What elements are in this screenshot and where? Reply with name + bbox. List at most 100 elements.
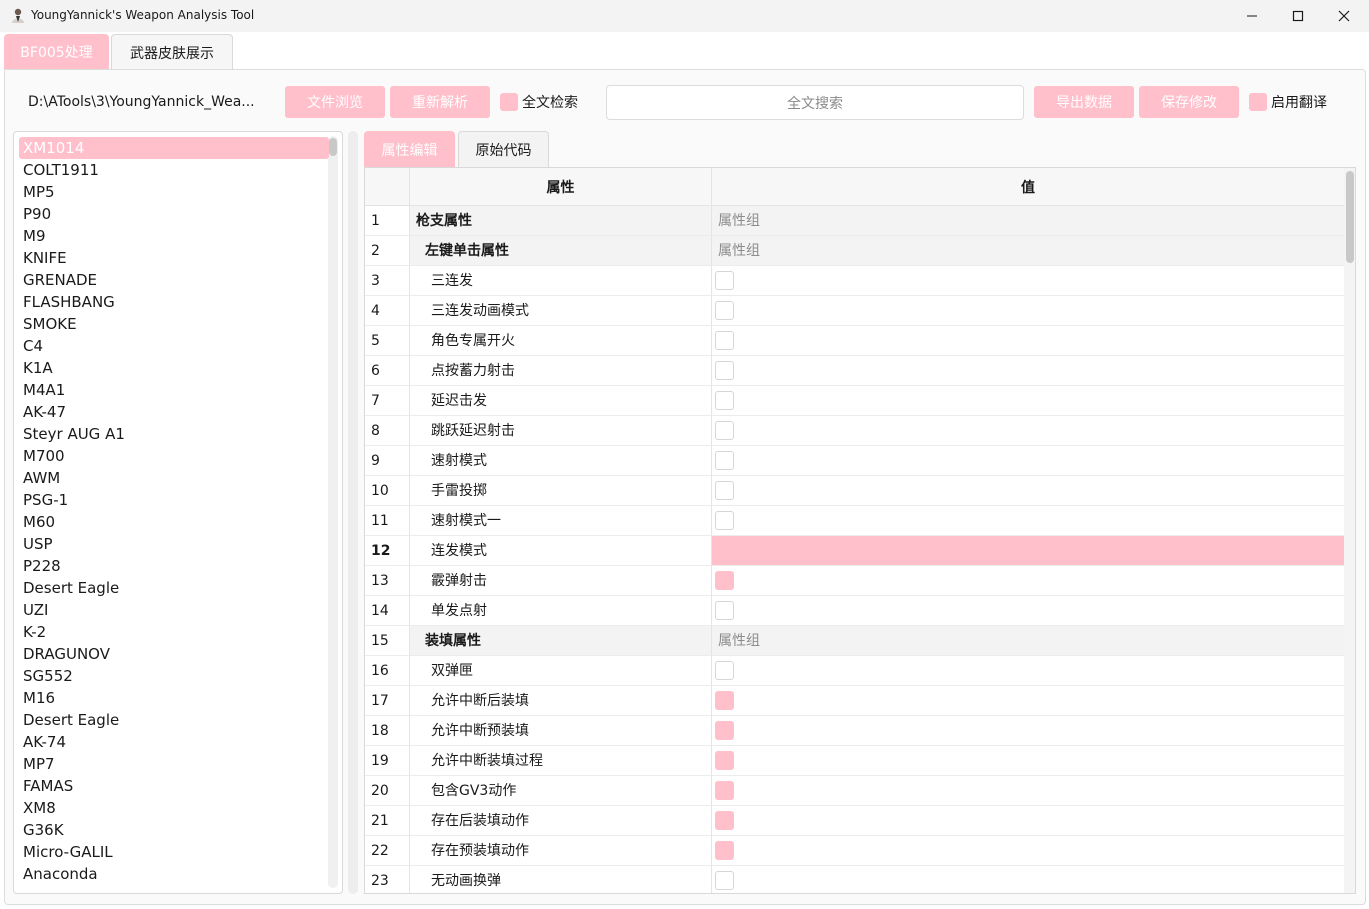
property-checkbox[interactable]	[715, 361, 734, 380]
weapon-list-item[interactable]: M16	[19, 687, 329, 709]
table-row[interactable]: 6 点按蓄力射击	[365, 356, 1344, 386]
property-checkbox[interactable]	[715, 421, 734, 440]
property-value[interactable]	[712, 776, 1344, 806]
browse-button[interactable]: 文件浏览	[285, 86, 385, 118]
property-value[interactable]	[712, 746, 1344, 776]
weapon-list-item[interactable]: M4A1	[19, 379, 329, 401]
table-row[interactable]: 22 存在预装填动作	[365, 836, 1344, 866]
weapon-list-item[interactable]: M700	[19, 445, 329, 467]
property-value[interactable]	[712, 566, 1344, 596]
property-checkbox[interactable]	[715, 271, 734, 290]
weapon-list-item[interactable]: P90	[19, 203, 329, 225]
weapon-list-item[interactable]: M9	[19, 225, 329, 247]
translate-checkbox[interactable]: 启用翻译	[1249, 92, 1327, 112]
weapon-list-item[interactable]: K1A	[19, 357, 329, 379]
weapon-list-item[interactable]: MP7	[19, 753, 329, 775]
weapon-list-item[interactable]: COLT1911	[19, 159, 329, 181]
weapon-list-item[interactable]: PSG-1	[19, 489, 329, 511]
weapon-list-item[interactable]: C4	[19, 335, 329, 357]
property-checkbox[interactable]	[715, 691, 734, 710]
table-row[interactable]: 7 延迟击发	[365, 386, 1344, 416]
property-checkbox[interactable]	[715, 661, 734, 680]
column-header-attribute[interactable]: 属性	[410, 168, 712, 206]
weapon-list-item[interactable]: SMOKE	[19, 313, 329, 335]
panel-splitter[interactable]	[348, 131, 358, 894]
table-row[interactable]: 11 速射模式一	[365, 506, 1344, 536]
weapon-list-item[interactable]: P228	[19, 555, 329, 577]
reparse-button[interactable]: 重新解析	[390, 86, 490, 118]
table-row[interactable]: 3 三连发	[365, 266, 1344, 296]
table-row[interactable]: 21 存在后装填动作	[365, 806, 1344, 836]
weapon-list-item[interactable]: Anaconda	[19, 863, 329, 885]
weapon-list-scrollbar[interactable]	[328, 136, 338, 888]
property-value[interactable]	[712, 476, 1344, 506]
tab-bf005[interactable]: BF005处理	[4, 34, 109, 70]
table-row[interactable]: 8 跳跃延迟射击	[365, 416, 1344, 446]
weapon-list-item[interactable]: Steyr AUG A1	[19, 423, 329, 445]
property-value[interactable]	[712, 506, 1344, 536]
fulltext-checkbox[interactable]: 全文检索	[500, 92, 578, 112]
weapon-list-item[interactable]: DRAGUNOV	[19, 643, 329, 665]
property-checkbox[interactable]	[715, 571, 734, 590]
tab-attribute-edit[interactable]: 属性编辑	[364, 131, 455, 168]
property-value[interactable]	[712, 716, 1344, 746]
maximize-button[interactable]	[1275, 0, 1321, 32]
tab-weapon-skin[interactable]: 武器皮肤展示	[111, 34, 233, 70]
property-checkbox[interactable]	[715, 301, 734, 320]
weapon-list-item[interactable]: SG552	[19, 665, 329, 687]
property-checkbox[interactable]	[715, 721, 734, 740]
property-value[interactable]	[712, 536, 1344, 566]
table-row[interactable]: 12 连发模式	[365, 536, 1344, 566]
property-value[interactable]	[712, 296, 1344, 326]
table-row[interactable]: 19 允许中断装填过程	[365, 746, 1344, 776]
weapon-list-item[interactable]: GRENADE	[19, 269, 329, 291]
weapon-list-item[interactable]: XM8	[19, 797, 329, 819]
table-row[interactable]: 9 速射模式	[365, 446, 1344, 476]
property-checkbox[interactable]	[715, 751, 734, 770]
weapon-list-scroll-thumb[interactable]	[329, 138, 337, 156]
table-row[interactable]: 18 允许中断预装填	[365, 716, 1344, 746]
weapon-list-item[interactable]: KNIFE	[19, 247, 329, 269]
close-button[interactable]	[1321, 0, 1367, 32]
property-checkbox[interactable]	[715, 811, 734, 830]
weapon-list-item[interactable]: G36K	[19, 819, 329, 841]
property-value[interactable]	[712, 386, 1344, 416]
property-value[interactable]	[712, 356, 1344, 386]
weapon-list-item[interactable]: K-2	[19, 621, 329, 643]
minimize-button[interactable]	[1229, 0, 1275, 32]
fulltext-checkbox-box[interactable]	[500, 93, 518, 111]
export-button[interactable]: 导出数据	[1034, 86, 1134, 118]
table-row[interactable]: 13 霰弹射击	[365, 566, 1344, 596]
tab-raw-code[interactable]: 原始代码	[458, 131, 549, 168]
table-row[interactable]: 17 允许中断后装填	[365, 686, 1344, 716]
table-row[interactable]: 10 手雷投掷	[365, 476, 1344, 506]
weapon-list-item[interactable]: USP	[19, 533, 329, 555]
table-row[interactable]: 15 装填属性 属性组	[365, 626, 1344, 656]
column-header-value[interactable]: 值	[712, 168, 1344, 206]
property-value[interactable]	[712, 446, 1344, 476]
property-value[interactable]	[712, 656, 1344, 686]
table-row[interactable]: 16 双弹匣	[365, 656, 1344, 686]
table-row[interactable]: 14 单发点射	[365, 596, 1344, 626]
weapon-list-item[interactable]: AK-74	[19, 731, 329, 753]
property-checkbox[interactable]	[715, 601, 734, 620]
table-row[interactable]: 23 无动画换弹	[365, 866, 1344, 893]
weapon-list-item[interactable]: XM1014	[19, 137, 329, 159]
save-button[interactable]: 保存修改	[1139, 86, 1239, 118]
weapon-list-item[interactable]: AK-47	[19, 401, 329, 423]
property-checkbox[interactable]	[715, 331, 734, 350]
property-checkbox[interactable]	[715, 451, 734, 470]
weapon-list-item[interactable]: FAMAS	[19, 775, 329, 797]
weapon-list-item[interactable]: Desert Eagle	[19, 709, 329, 731]
property-checkbox[interactable]	[715, 871, 734, 890]
property-checkbox[interactable]	[715, 391, 734, 410]
table-row[interactable]: 2 左键单击属性 属性组	[365, 236, 1344, 266]
property-value[interactable]	[712, 686, 1344, 716]
property-checkbox[interactable]	[715, 781, 734, 800]
property-checkbox[interactable]	[715, 841, 734, 860]
property-value[interactable]	[712, 326, 1344, 356]
translate-checkbox-box[interactable]	[1249, 93, 1267, 111]
table-scroll-thumb[interactable]	[1346, 171, 1354, 263]
property-value[interactable]	[712, 806, 1344, 836]
weapon-list-item[interactable]: M60	[19, 511, 329, 533]
